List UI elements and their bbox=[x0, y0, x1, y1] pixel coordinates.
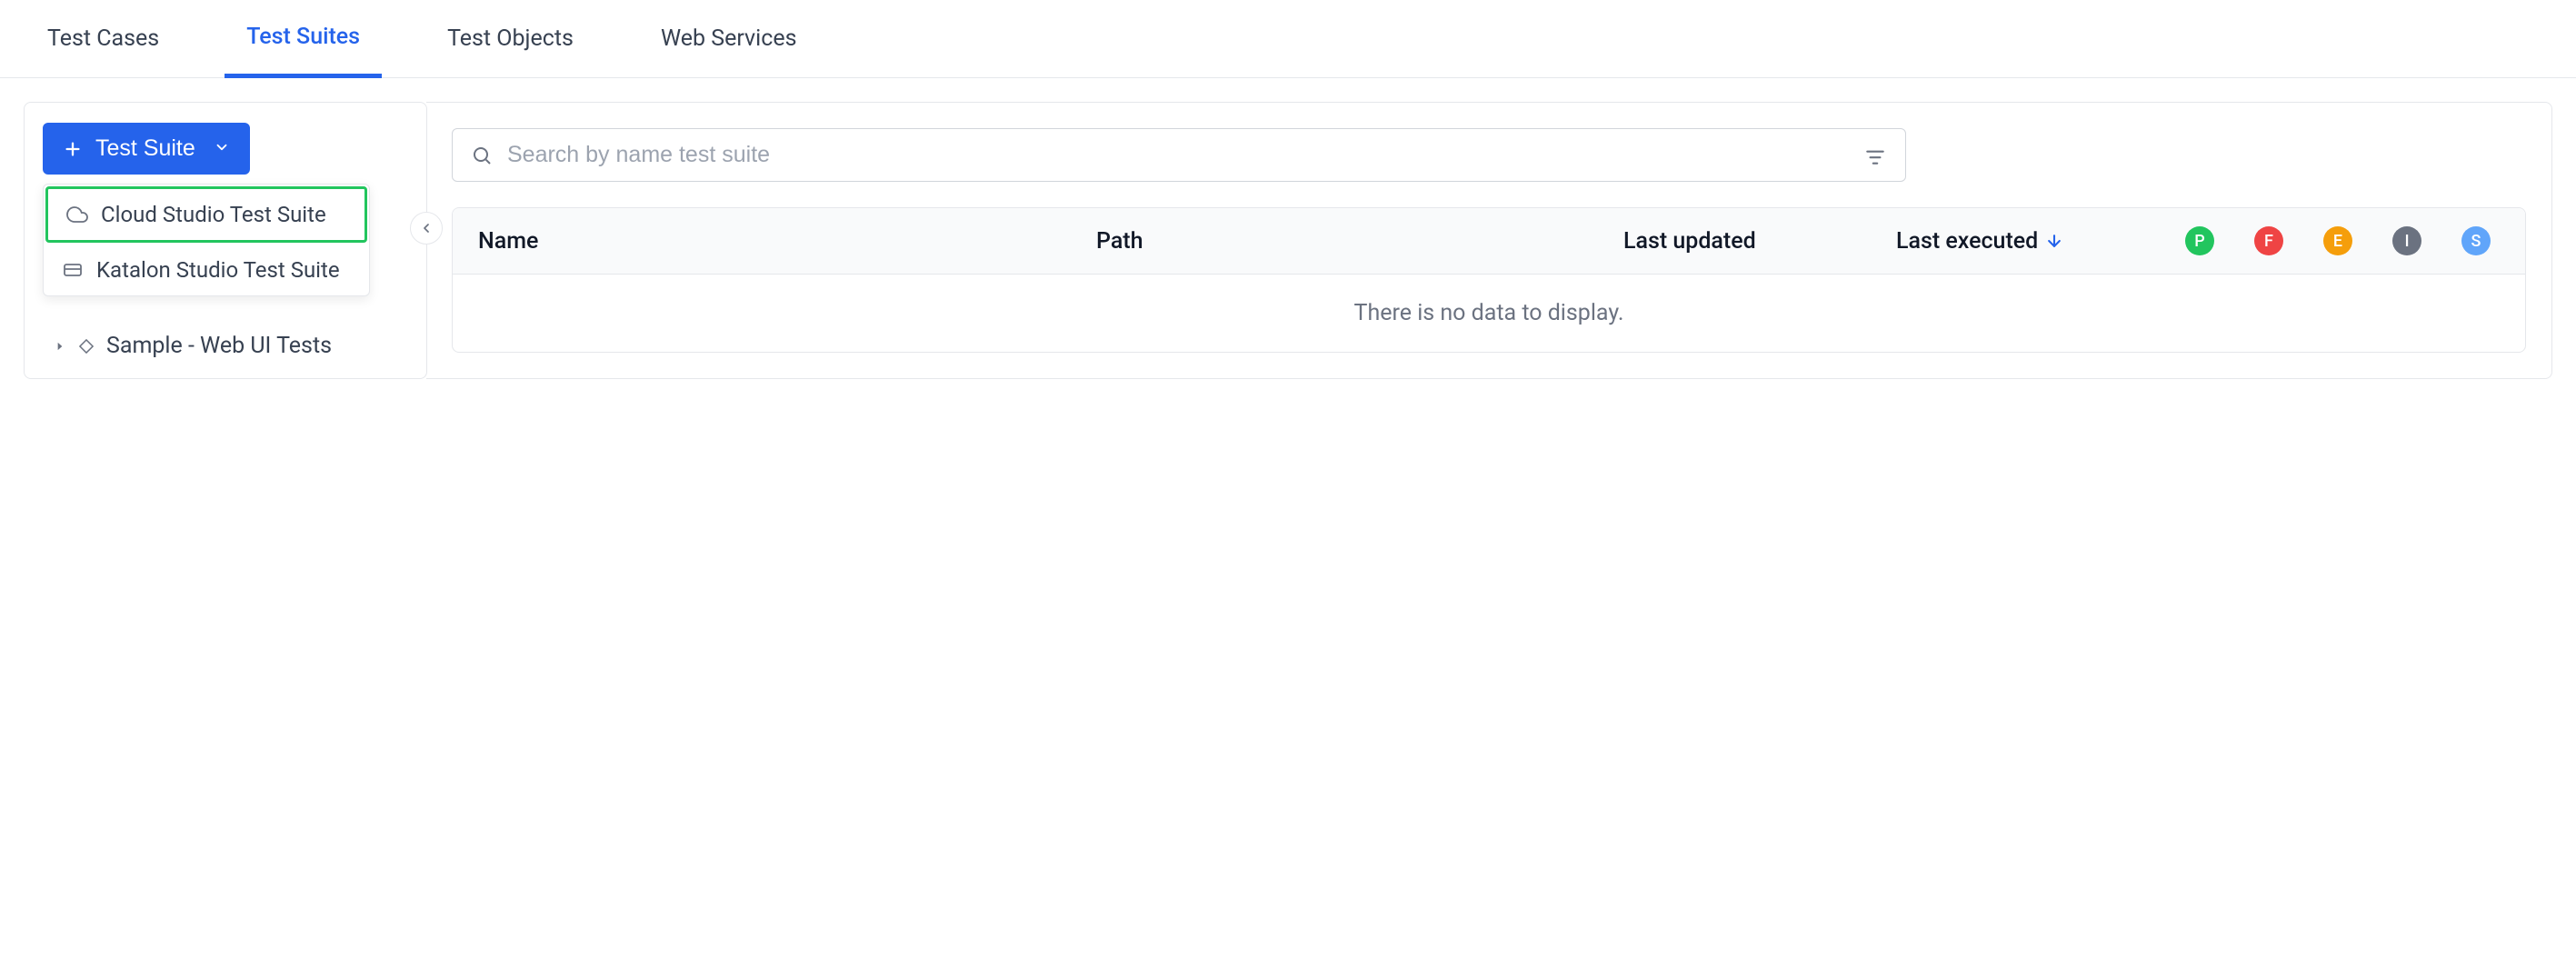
new-test-suite-button[interactable]: Test Suite bbox=[43, 123, 250, 175]
column-last-executed[interactable]: Last executed bbox=[1896, 228, 2151, 255]
search-input[interactable] bbox=[507, 142, 1849, 168]
avatar-p[interactable]: P bbox=[2185, 226, 2214, 255]
cloud-icon bbox=[66, 204, 88, 225]
diamond-icon bbox=[77, 337, 95, 355]
collapse-sidebar-button[interactable] bbox=[410, 212, 443, 245]
column-last-executed-label: Last executed bbox=[1896, 228, 2038, 255]
tab-web-services[interactable]: Web Services bbox=[639, 0, 819, 78]
dropdown-item-label: Cloud Studio Test Suite bbox=[101, 202, 326, 227]
card-icon bbox=[62, 259, 84, 281]
sidebar: Test Suite Cloud Studio Test Suite Katal… bbox=[24, 102, 427, 379]
plus-icon bbox=[63, 139, 83, 159]
new-suite-dropdown: Cloud Studio Test Suite Katalon Studio T… bbox=[43, 184, 370, 296]
top-nav: Test Cases Test Suites Test Objects Web … bbox=[0, 0, 2576, 78]
avatar-e[interactable]: E bbox=[2323, 226, 2352, 255]
new-test-suite-label: Test Suite bbox=[95, 135, 195, 162]
table-empty-message: There is no data to display. bbox=[453, 275, 2525, 352]
tab-test-suites[interactable]: Test Suites bbox=[225, 0, 382, 78]
tab-test-objects[interactable]: Test Objects bbox=[425, 0, 595, 78]
dropdown-item-label: Katalon Studio Test Suite bbox=[96, 257, 340, 283]
caret-right-icon bbox=[54, 340, 66, 353]
dropdown-katalon-studio[interactable]: Katalon Studio Test Suite bbox=[44, 245, 369, 295]
column-last-updated[interactable]: Last updated bbox=[1623, 228, 1896, 255]
tab-test-cases[interactable]: Test Cases bbox=[25, 0, 181, 78]
filter-icon[interactable] bbox=[1863, 144, 1887, 167]
table: Name Path Last updated Last executed P F… bbox=[452, 207, 2526, 353]
sort-descending-icon bbox=[2045, 232, 2063, 250]
chevron-down-icon bbox=[214, 135, 230, 162]
tree-item-label: Sample - Web UI Tests bbox=[106, 333, 332, 359]
search-bar bbox=[452, 128, 1906, 182]
avatar-s[interactable]: S bbox=[2461, 226, 2491, 255]
status-avatars: P F E I S bbox=[2151, 226, 2500, 255]
table-header: Name Path Last updated Last executed P F… bbox=[453, 208, 2525, 275]
column-path[interactable]: Path bbox=[1096, 228, 1623, 255]
avatar-i[interactable]: I bbox=[2392, 226, 2421, 255]
column-name[interactable]: Name bbox=[478, 228, 1096, 255]
content-panel: Name Path Last updated Last executed P F… bbox=[426, 102, 2552, 379]
avatar-f[interactable]: F bbox=[2254, 226, 2283, 255]
search-icon bbox=[471, 145, 493, 166]
tree-item-sample-web-ui[interactable]: Sample - Web UI Tests bbox=[48, 324, 408, 368]
tree: Sample - Web UI Tests bbox=[43, 324, 408, 368]
dropdown-cloud-studio[interactable]: Cloud Studio Test Suite bbox=[45, 186, 367, 243]
